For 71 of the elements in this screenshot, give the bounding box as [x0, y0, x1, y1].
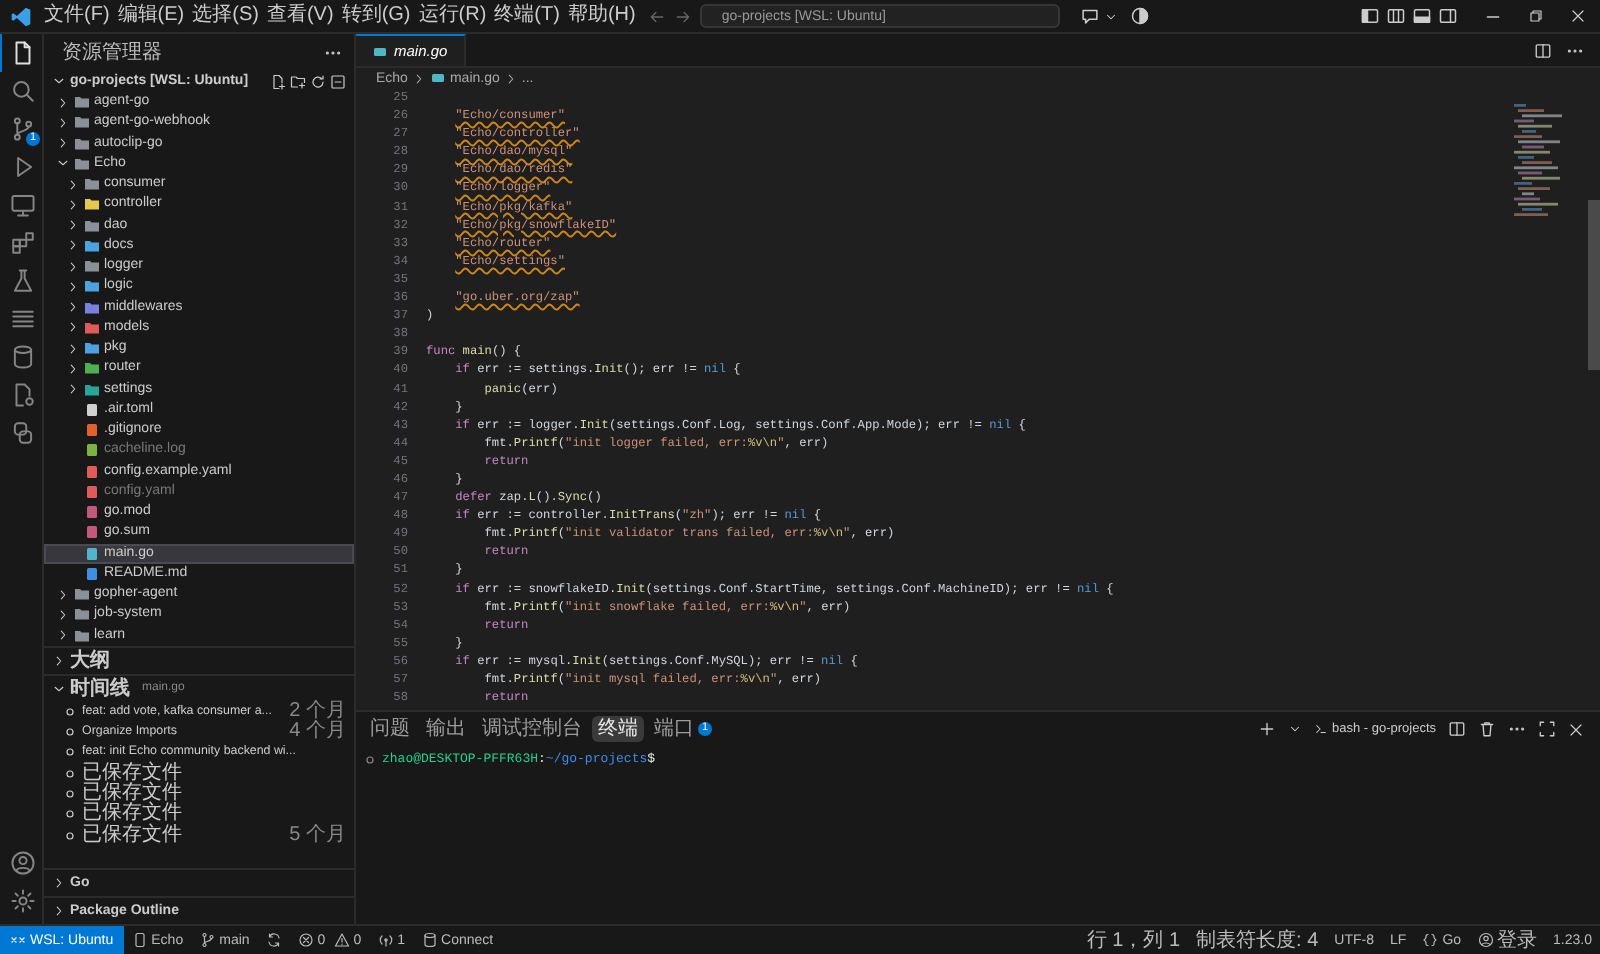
flask-icon [9, 268, 35, 294]
menu-item[interactable]: 选择(S) [188, 2, 263, 30]
timeline-entry[interactable]: 已保存文件 [44, 783, 354, 805]
chevron-icon [411, 71, 426, 85]
prompt-marker-icon [364, 753, 376, 765]
panel-tab[interactable]: 问题 [364, 716, 416, 742]
trash-icon[interactable] [1478, 720, 1496, 738]
braces-icon [1422, 932, 1439, 948]
remote-icon [10, 932, 26, 948]
terminal-icon [1313, 722, 1328, 736]
plus-icon[interactable] [1257, 720, 1276, 738]
monitor-icon [9, 192, 35, 218]
layout-toggle-icon[interactable] [1412, 6, 1432, 26]
menu-item[interactable]: 帮助(H) [563, 2, 640, 30]
layout-toggle-icon[interactable] [1386, 6, 1406, 26]
menu-item[interactable]: 文件(F) [40, 2, 114, 30]
device-icon [131, 932, 148, 948]
account-icon [9, 850, 35, 876]
status-item[interactable]: 登录 [1469, 926, 1546, 954]
restore-icon[interactable] [1528, 8, 1544, 24]
maximize-icon[interactable] [1538, 720, 1556, 738]
layout-toggle-icon[interactable] [1438, 6, 1458, 26]
menu-item[interactable]: 查看(V) [262, 2, 338, 30]
file-icon [429, 70, 446, 86]
warning-icon [333, 932, 350, 948]
new-folder-icon[interactable] [290, 73, 306, 89]
list-icon [9, 306, 35, 332]
account-icon [1477, 932, 1494, 948]
panel-title: 资源管理器 [62, 40, 164, 66]
status-item[interactable]: 制表符长度: 4 [1188, 926, 1327, 954]
antenna-icon [377, 932, 394, 948]
split-icon[interactable] [1448, 720, 1466, 738]
scrollbar-thumb[interactable] [1587, 200, 1599, 370]
panel-tab[interactable]: 调试控制台 [476, 716, 588, 742]
chat-icon[interactable] [1079, 6, 1100, 26]
caret-icon[interactable] [1103, 9, 1118, 23]
file-icon [372, 43, 388, 59]
sync-icon [265, 932, 282, 948]
error-icon [297, 932, 314, 948]
two-squares-icon [9, 420, 35, 446]
database-icon [9, 344, 35, 370]
refresh-icon[interactable] [310, 73, 326, 89]
section-header[interactable]: 大纲 [44, 645, 354, 674]
menu-item[interactable]: 终端(T) [490, 2, 564, 30]
panel-tab[interactable]: 终端 [592, 716, 644, 742]
close-icon[interactable] [1568, 721, 1584, 737]
menu-item[interactable]: 编辑(E) [113, 2, 189, 30]
panel-tab[interactable]: 输出 [420, 716, 472, 742]
blocks-icon [9, 230, 35, 256]
timeline-entry[interactable]: 已保存文件 [44, 763, 354, 784]
caret-icon[interactable] [1287, 722, 1302, 736]
settings-icon [9, 888, 35, 914]
timeline-entry[interactable]: 已保存文件 5 个月 [44, 825, 354, 846]
chevron-icon [503, 71, 518, 85]
branch-icon [9, 116, 35, 142]
status-item[interactable]: 行 1，列 1 [1078, 926, 1189, 954]
database-icon [421, 932, 438, 948]
search-icon [9, 78, 35, 104]
close-icon[interactable] [1570, 8, 1586, 24]
split-editor-icon[interactable] [1534, 41, 1552, 59]
layout-toggle-icon[interactable] [1360, 6, 1380, 26]
menu-item[interactable]: 运行(R) [414, 2, 491, 30]
collapse-icon[interactable] [330, 73, 346, 89]
back-arrow-icon[interactable] [647, 7, 666, 25]
half-circle-icon[interactable] [1129, 6, 1150, 26]
forward-arrow-icon[interactable] [673, 7, 692, 25]
branch-icon [199, 932, 216, 948]
menu-item[interactable]: 转到(G) [337, 2, 415, 30]
app-logo-icon [10, 5, 32, 27]
new-file-icon[interactable] [270, 73, 286, 89]
timeline-entry[interactable]: 已保存文件 [44, 804, 354, 826]
